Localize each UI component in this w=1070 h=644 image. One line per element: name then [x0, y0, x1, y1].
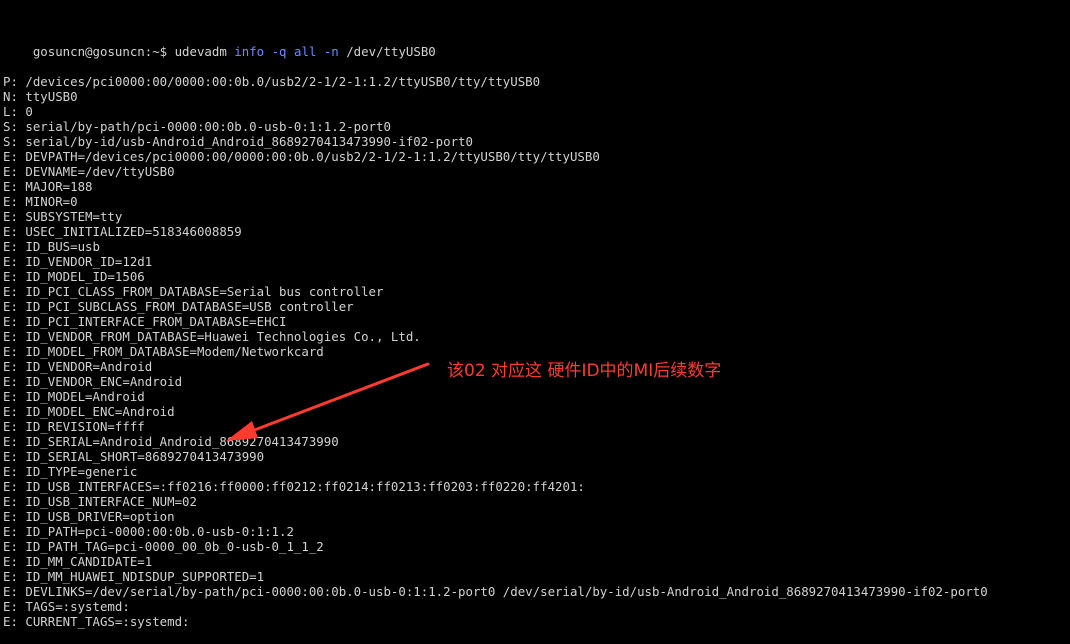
command-text-4: [287, 44, 294, 59]
terminal-output[interactable]: gosuncn@gosuncn:~$ udevadm info -q all -…: [3, 0, 1067, 644]
output-line: E: ID_USB_INTERFACE_NUM=02: [3, 494, 197, 509]
command-text-0: udevadm: [174, 44, 235, 59]
output-line: E: ID_PCI_INTERFACE_FROM_DATABASE=EHCI: [3, 314, 287, 329]
output-line: E: ID_PATH=pci-0000:00:0b.0-usb-0:1:1.2: [3, 524, 294, 539]
output-line: E: ID_USB_DRIVER=option: [3, 509, 175, 524]
output-line: E: ID_TYPE=generic: [3, 464, 138, 479]
output-line: E: USEC_INITIALIZED=518346008859: [3, 224, 242, 239]
output-line: E: SUBSYSTEM=tty: [3, 209, 123, 224]
output-line: E: CURRENT_TAGS=:systemd:: [3, 614, 190, 629]
output-line: P: /devices/pci0000:00/0000:00:0b.0/usb2…: [3, 74, 541, 89]
output-line: E: ID_MM_CANDIDATE=1: [3, 554, 153, 569]
output-line: E: ID_VENDOR_FROM_DATABASE=Huawei Techno…: [3, 329, 421, 344]
annotation-text: 该02 对应这 硬件ID中的MI后续数字: [447, 361, 722, 381]
output-line: E: MINOR=0: [3, 194, 78, 209]
output-line: E: ID_MM_HUAWEI_NDISDUP_SUPPORTED=1: [3, 569, 265, 584]
output-line: E: MAJOR=188: [3, 179, 93, 194]
output-line: E: ID_MODEL_ID=1506: [3, 269, 145, 284]
output-line: E: DEVPATH=/devices/pci0000:00/0000:00:0…: [3, 149, 600, 164]
output-line: S: serial/by-path/pci-0000:00:0b.0-usb-0…: [3, 119, 391, 134]
output-line: E: ID_PCI_CLASS_FROM_DATABASE=Serial bus…: [3, 284, 384, 299]
output-line: E: ID_PATH_TAG=pci-0000_00_0b_0-usb-0_1_…: [3, 539, 324, 554]
output-line: E: TAGS=:systemd:: [3, 599, 130, 614]
command-text-1: info: [234, 44, 265, 59]
output-line: E: DEVNAME=/dev/ttyUSB0: [3, 164, 175, 179]
command-text-5: all: [293, 44, 317, 59]
output-line: E: ID_MODEL_ENC=Android: [3, 404, 175, 419]
output-line: E: ID_USB_INTERFACES=:ff0216:ff0000:ff02…: [3, 479, 585, 494]
output-line: E: ID_PCI_SUBCLASS_FROM_DATABASE=USB con…: [3, 299, 354, 314]
command-text-2: [264, 44, 271, 59]
output-line: E: ID_MODEL=Android: [3, 389, 145, 404]
command-text-3: -q: [271, 44, 287, 59]
output-line: E: ID_SERIAL_SHORT=8689270413473990: [3, 449, 265, 464]
command-text-7: -n: [323, 44, 339, 59]
shell-prompt: gosuncn@gosuncn:~$: [32, 44, 175, 59]
output-line: S: serial/by-id/usb-Android_Android_8689…: [3, 134, 473, 149]
output-line: E: ID_MODEL_FROM_DATABASE=Modem/Networkc…: [3, 344, 324, 359]
output-line: E: DEVLINKS=/dev/serial/by-path/pci-0000…: [3, 584, 988, 599]
output-line: E: ID_BUS=usb: [3, 239, 100, 254]
output-line: E: ID_REVISION=ffff: [3, 419, 145, 434]
output-line: E: ID_VENDOR_ID=12d1: [3, 254, 153, 269]
output-line: E: ID_SERIAL=Android_Android_86892704134…: [3, 434, 339, 449]
command-line: gosuncn@gosuncn:~$ udevadm info -q all -…: [3, 29, 1067, 59]
output-line: L: 0: [3, 104, 33, 119]
command-text-6: [316, 44, 323, 59]
output-lines: P: /devices/pci0000:00/0000:00:0b.0/usb2…: [3, 74, 1067, 629]
command-text-8: /dev/ttyUSB0: [338, 44, 436, 59]
output-line: N: ttyUSB0: [3, 89, 78, 104]
